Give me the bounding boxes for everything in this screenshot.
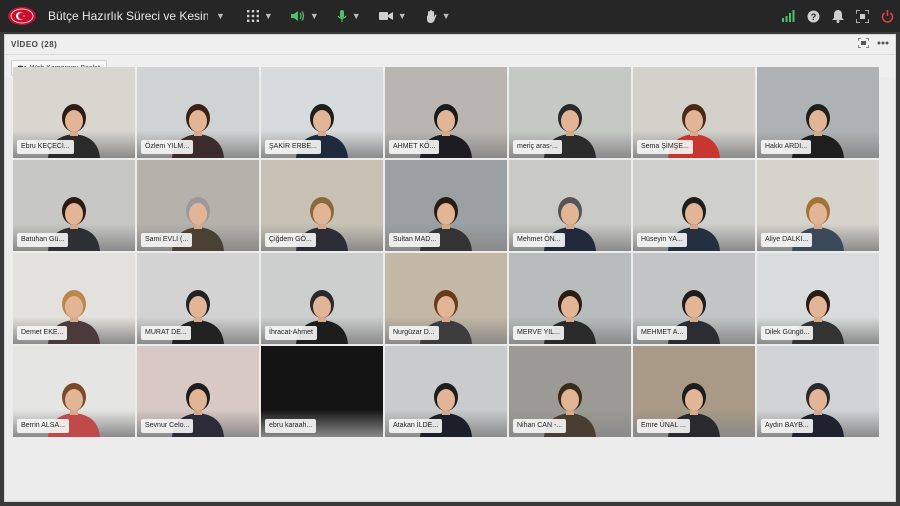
raise-hand-icon — [426, 9, 437, 23]
video-tile[interactable]: Aydın BAYB... — [757, 346, 879, 437]
video-tile[interactable]: ŞAKİR ERBE... — [261, 67, 383, 158]
speaker-button[interactable]: ▼ — [290, 10, 319, 22]
chevron-down-icon: ▼ — [397, 11, 407, 21]
apps-menu-button[interactable]: ▼ — [246, 10, 273, 22]
chevron-down-icon: ▼ — [351, 11, 361, 21]
participant-name: Nurgüzar D... — [389, 326, 439, 340]
microphone-icon — [337, 9, 347, 22]
video-tile[interactable]: Aliye DALKI... — [757, 160, 879, 251]
participant-name: AHMET KÖ... — [389, 140, 440, 154]
video-tile[interactable]: Batuhan Gü... — [13, 160, 135, 251]
participant-name: Emre ÜNAL ... — [637, 419, 690, 433]
video-panel-header: VİDEO (28) — [5, 35, 895, 55]
video-tile[interactable]: Özlem YILM... — [137, 67, 259, 158]
video-tile[interactable]: Hüseyin YA... — [633, 160, 755, 251]
video-tile[interactable]: Sultan MAD... — [385, 160, 507, 251]
video-tile[interactable]: Demet EKE... — [13, 253, 135, 344]
video-tile[interactable]: Sema ŞİMŞE... — [633, 67, 755, 158]
video-tile[interactable]: ebru karaah... — [261, 346, 383, 437]
video-tile[interactable]: MERVE YIL... — [509, 253, 631, 344]
chevron-down-icon: ▼ — [263, 11, 273, 21]
participant-name: Nihan CAN -... — [513, 419, 567, 433]
participant-name: Mehmet ÖN... — [513, 233, 565, 247]
fullscreen-icon[interactable] — [856, 9, 869, 23]
participant-name: Çiğdem GÖ... — [265, 233, 316, 247]
video-tile[interactable]: Berrin ALSA... — [13, 346, 135, 437]
participant-name: Özlem YILM... — [141, 140, 194, 154]
participant-name: ŞAKİR ERBE... — [265, 140, 321, 154]
participant-name: Aliye DALKI... — [761, 233, 813, 247]
video-grid: Ebru KEÇECİ... Özlem YILM... ŞAKİR ERBE...… — [13, 67, 879, 439]
video-tile[interactable]: Mehmet ÖN... — [509, 160, 631, 251]
title-chevron-down-icon[interactable]: ▼ — [216, 11, 225, 21]
chevron-down-icon: ▼ — [441, 11, 451, 21]
notification-icon[interactable] — [832, 9, 844, 23]
video-tile[interactable]: İhracat-Ahmet — [261, 253, 383, 344]
video-panel-title: VİDEO (28) — [11, 40, 58, 49]
video-tile[interactable]: Sevnur Celo... — [137, 346, 259, 437]
logo-icon — [6, 5, 38, 27]
video-tile[interactable]: Hakkı ARDI... — [757, 67, 879, 158]
meeting-title: Bütçe Hazırlık Süreci ve Kesin He... — [48, 9, 208, 23]
participant-name: Dilek Güngö... — [761, 326, 814, 340]
video-tile[interactable]: Dilek Güngö... — [757, 253, 879, 344]
help-icon[interactable]: ? — [807, 10, 820, 23]
participant-name: Demet EKE... — [17, 326, 68, 340]
camera-icon — [378, 12, 393, 20]
participant-name: ebru karaah... — [265, 419, 317, 433]
video-tile[interactable]: AHMET KÖ... — [385, 67, 507, 158]
participant-name: Hakkı ARDI... — [761, 140, 812, 154]
more-options-icon[interactable] — [877, 41, 889, 45]
video-tile[interactable]: Nurgüzar D... — [385, 253, 507, 344]
participant-name: Batuhan Gü... — [17, 233, 69, 247]
participant-name: Aydın BAYB... — [761, 419, 813, 433]
participant-name: Atakan İLDE... — [389, 419, 443, 433]
video-tile[interactable]: MEHMET A... — [633, 253, 755, 344]
raise-hand-button[interactable]: ▼ — [425, 9, 451, 23]
video-tile[interactable]: Çiğdem GÖ... — [261, 160, 383, 251]
participant-name: meriç aras-... — [513, 140, 562, 154]
svg-text:?: ? — [811, 12, 817, 22]
participant-name: Berrin ALSA... — [17, 419, 69, 433]
speaker-icon — [290, 11, 304, 21]
top-bar: Bütçe Hazırlık Süreci ve Kesin He... ▼ ▼… — [0, 0, 900, 32]
participant-name: Sevnur Celo... — [141, 419, 194, 433]
signal-icon[interactable] — [782, 10, 795, 22]
participant-name: MERVE YIL... — [513, 326, 564, 340]
microphone-button[interactable]: ▼ — [337, 9, 361, 23]
maximize-icon[interactable] — [858, 38, 869, 48]
chevron-down-icon: ▼ — [309, 11, 319, 21]
participant-name: Sami EVLİ (... — [141, 233, 193, 247]
participant-name: MEHMET A... — [637, 326, 688, 340]
participant-name: Sema ŞİMŞE... — [637, 140, 693, 154]
participant-name: Ebru KEÇECİ... — [17, 140, 74, 154]
video-tile[interactable]: Emre ÜNAL ... — [633, 346, 755, 437]
video-tile[interactable]: Nihan CAN -... — [509, 346, 631, 437]
participant-name: MURAT DE... — [141, 326, 191, 340]
video-tile[interactable]: Atakan İLDE... — [385, 346, 507, 437]
video-tile[interactable]: MURAT DE... — [137, 253, 259, 344]
video-tile[interactable]: meriç aras-... — [509, 67, 631, 158]
participant-name: İhracat-Ahmet — [265, 326, 317, 340]
participant-name: Hüseyin YA... — [637, 233, 687, 247]
participant-name: Sultan MAD... — [389, 233, 441, 247]
apps-grid-icon — [246, 10, 259, 22]
camera-button[interactable]: ▼ — [378, 11, 407, 21]
video-tile[interactable]: Ebru KEÇECİ... — [13, 67, 135, 158]
video-tile[interactable]: Sami EVLİ (... — [137, 160, 259, 251]
power-icon[interactable] — [881, 9, 894, 23]
